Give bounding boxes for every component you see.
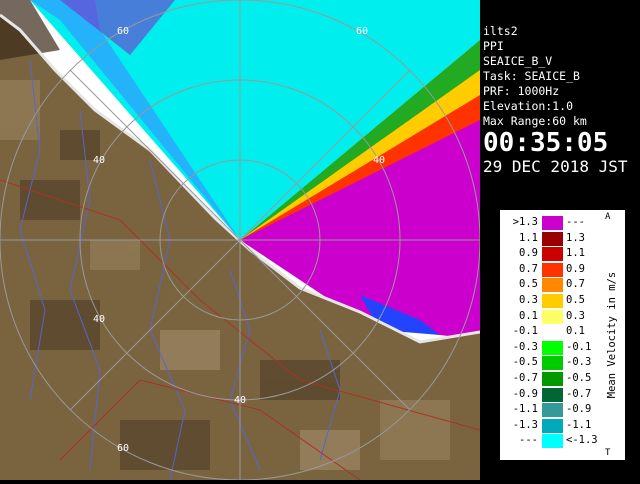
- elevation-value: Elevation:1.0: [483, 99, 574, 113]
- legend-low-value: -0.9: [512, 387, 538, 400]
- range-label: 40: [234, 395, 246, 406]
- legend-row: 0.9 1.1: [504, 246, 604, 262]
- legend-high-value: -0.9: [566, 403, 592, 416]
- legend-low-value: 0.1: [519, 309, 538, 322]
- legend-row: -1.3 -1.1: [504, 418, 604, 433]
- legend-row: 0.3 0.5: [504, 293, 604, 308]
- legend-high-value: 0.1: [566, 325, 585, 338]
- legend-low-value: 0.3: [519, 294, 538, 306]
- scan-time: 00:35:05: [483, 128, 609, 158]
- legend-low-value: -0.5: [512, 356, 538, 369]
- legend-row: -0.7 -0.5: [504, 371, 604, 386]
- radar-map: 60 60 40 40 40 40 60: [0, 0, 481, 481]
- legend-high-value: -0.7: [566, 387, 592, 400]
- task-name: Task: SEAICE_B: [483, 69, 580, 83]
- radar-ppi-display: 60 60 40 40 40 40 60: [0, 0, 481, 481]
- legend-low-value: 1.1: [519, 231, 538, 244]
- station-name: ilts2: [483, 24, 518, 38]
- legend-low-value: -1.1: [512, 403, 538, 416]
- legend-color-swatch: [542, 294, 563, 308]
- legend-row: -0.5 -0.3: [504, 355, 604, 371]
- legend-low-value: -0.1: [512, 325, 538, 338]
- legend-color-swatch: [542, 216, 563, 230]
- radar-info-panel: ilts2 PPI SEAICE_B_V Task: SEAICE_B PRF:…: [480, 24, 640, 192]
- legend-row: 0.7 0.9: [504, 262, 604, 277]
- legend-color-swatch: [542, 309, 563, 324]
- legend-high-value: 0.3: [566, 309, 585, 322]
- legend-color-swatch: [542, 278, 563, 293]
- legend-row: -0.1 0.1: [504, 324, 604, 340]
- range-label: 40: [93, 155, 105, 166]
- range-label: 40: [373, 155, 385, 166]
- legend-high-value: <-1.3: [566, 434, 598, 447]
- legend-title: Mean Velocity in m/s: [606, 271, 618, 399]
- legend-unit-bottom: T: [605, 448, 611, 458]
- legend-color-swatch: [542, 403, 563, 418]
- legend-high-value: 0.7: [566, 278, 585, 291]
- legend-row: 0.5 0.7: [504, 277, 604, 293]
- legend-low-value: 0.9: [519, 247, 538, 260]
- range-label: 60: [117, 443, 129, 454]
- legend-color-swatch: [542, 340, 563, 355]
- legend-row: -0.3 -0.1: [504, 340, 604, 355]
- legend-low-value: -0.7: [512, 372, 538, 384]
- legend-row: 0.1 0.3: [504, 309, 604, 324]
- legend-low-value: >1.3: [512, 216, 538, 228]
- scan-date: 29 DEC 2018 JST: [483, 157, 628, 176]
- legend-color-swatch: [542, 356, 563, 371]
- legend-row: -1.1 -0.9: [504, 402, 604, 418]
- legend-row: 1.1 1.3: [504, 231, 604, 246]
- legend-low-value: ---: [519, 434, 538, 447]
- legend-low-value: 0.5: [519, 278, 538, 291]
- legend-row: --- <-1.3: [504, 433, 604, 449]
- legend-high-value: -0.5: [566, 372, 592, 384]
- legend-low-value: 0.7: [519, 262, 538, 275]
- legend-color-swatch: [542, 387, 563, 402]
- legend-color-swatch: [542, 262, 563, 277]
- velocity-legend: >1.3 --- 1.1 1.3 0.9 1.1 0.7 0.9 0.5 0.7 0.3 0.5 0.1…: [500, 210, 625, 460]
- legend-high-value: 0.5: [566, 294, 585, 306]
- legend-color-swatch: [542, 231, 563, 246]
- legend-low-value: -0.3: [512, 340, 538, 353]
- legend-color-swatch: [542, 325, 563, 340]
- legend-color-swatch: [542, 247, 563, 262]
- range-label: 60: [356, 26, 368, 37]
- legend-row: >1.3 ---: [504, 215, 604, 230]
- legend-color-swatch: [542, 372, 563, 386]
- legend-unit-top: A: [605, 212, 611, 222]
- legend-color-swatch: [542, 434, 563, 449]
- prf-value: PRF: 1000Hz: [483, 84, 560, 98]
- range-label: 40: [93, 314, 105, 325]
- legend-low-value: -1.3: [512, 418, 538, 431]
- legend-high-value: 1.1: [566, 247, 585, 260]
- legend-high-value: -0.1: [566, 340, 592, 353]
- legend-high-value: ---: [566, 216, 585, 228]
- range-rings: [0, 0, 481, 481]
- legend-color-swatch: [542, 418, 563, 433]
- range-label: 60: [117, 26, 129, 37]
- legend-high-value: 0.9: [566, 262, 585, 275]
- max-range: Max Range:60 km: [483, 114, 587, 128]
- legend-high-value: -0.3: [566, 356, 592, 369]
- scan-mode: PPI: [483, 39, 504, 53]
- legend-high-value: -1.1: [566, 418, 592, 431]
- legend-high-value: 1.3: [566, 231, 585, 244]
- product-name: SEAICE_B_V: [483, 54, 553, 68]
- legend-row: -0.9 -0.7: [504, 387, 604, 402]
